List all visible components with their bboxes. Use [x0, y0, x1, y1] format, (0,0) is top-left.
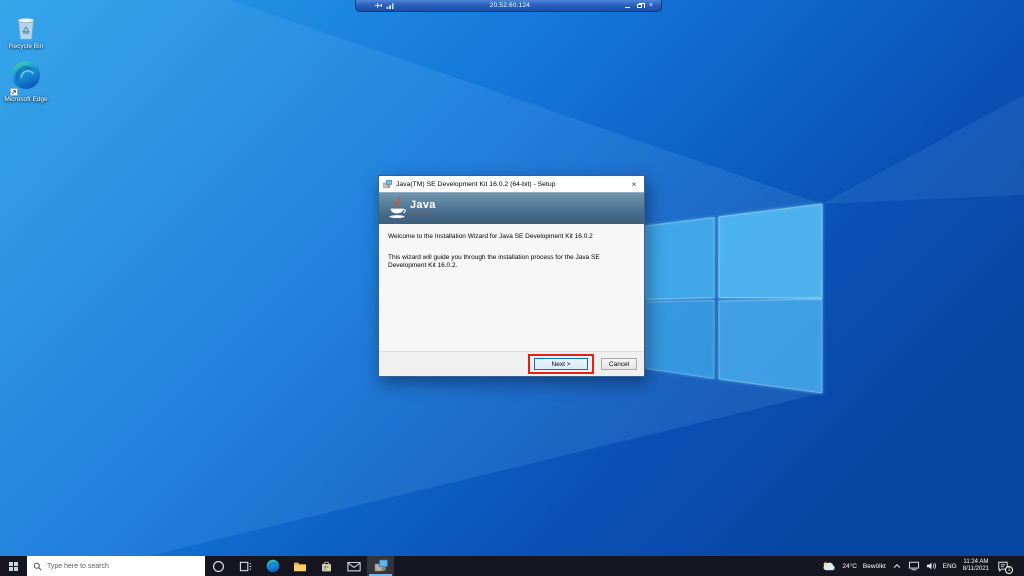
taskbar-icon-store[interactable] [313, 556, 340, 576]
description-text: This wizard will guide you through the i… [388, 254, 600, 269]
search-placeholder: Type here to search [47, 562, 109, 570]
notification-badge: 1 [1005, 566, 1013, 574]
chevron-up-icon[interactable] [892, 562, 902, 570]
cancel-button[interactable]: Cancel [601, 358, 637, 370]
start-button[interactable] [0, 556, 27, 576]
taskbar-icon-edge[interactable] [259, 556, 286, 576]
oracle-wordmark: ORACLE [411, 211, 433, 215]
java-banner: Java ORACLE [379, 192, 644, 224]
desktop-icon-recycle-bin[interactable]: Recycle Bin [2, 12, 50, 50]
rdp-address: 20.52.60.124 [489, 2, 531, 9]
java-wordmark: Java [410, 198, 436, 211]
windows-logo-icon [9, 561, 18, 571]
desktop-icon-label: Recycle Bin [8, 43, 44, 50]
volume-icon[interactable] [926, 561, 937, 571]
network-icon[interactable] [908, 561, 920, 571]
search-icon [33, 562, 42, 571]
cortana-icon [213, 560, 224, 572]
dialog-title: Java(TM) SE Development Kit 16.0.2 (64-b… [396, 180, 556, 188]
next-button[interactable]: Next > [534, 358, 588, 370]
java-cup-icon [389, 196, 406, 218]
edge-icon [11, 60, 41, 90]
edge-icon [266, 559, 279, 573]
rdp-restore-button[interactable] [636, 2, 645, 8]
tray-weather-text[interactable]: Bewölkt [863, 563, 886, 570]
dialog-footer: Next > Cancel [379, 351, 644, 376]
taskbar: Type here to search 24°C Bewölkt ENG 11:… [0, 556, 1024, 576]
rdp-connection-bar[interactable]: 20.52.60.124 × [355, 0, 662, 12]
pin-icon[interactable] [374, 1, 383, 10]
rdp-close-button[interactable]: × [649, 2, 653, 9]
tray-temperature[interactable]: 24°C [842, 563, 857, 570]
action-center-button[interactable]: 1 [995, 558, 1013, 574]
taskbar-icon-java-installer[interactable] [367, 556, 394, 576]
rdp-minimize-button[interactable] [624, 7, 630, 8]
store-icon [322, 561, 331, 571]
folder-icon [293, 562, 306, 572]
mail-icon [346, 561, 361, 571]
tray-date: 8/11/2021 [962, 566, 989, 572]
java-setup-dialog: Java(TM) SE Development Kit 16.0.2 (64-b… [378, 175, 645, 377]
tray-time: 11:24 AM [963, 559, 989, 565]
desktop-screen: 20.52.60.124 × Recycle Bin Microsoft Edg [0, 0, 1024, 576]
task-view-icon [239, 561, 252, 571]
tray-language[interactable]: ENG [943, 563, 957, 570]
desktop-icon-label: Microsoft Edge [4, 96, 48, 103]
desktop-icon-microsoft-edge[interactable]: Microsoft Edge [2, 60, 50, 103]
taskbar-search-box[interactable]: Type here to search [27, 556, 205, 576]
installer-icon [383, 179, 392, 188]
recycle-bin-icon [17, 17, 35, 40]
taskbar-icon-cortana[interactable] [205, 556, 232, 576]
tray-clock[interactable]: 11:24 AM 8/11/2021 [963, 559, 989, 573]
dialog-body: Welcome to the Installation Wizard for J… [379, 224, 644, 351]
next-button-highlight: Next > [528, 354, 594, 374]
connection-signal-icon [386, 2, 394, 9]
installer-icon [374, 559, 388, 572]
weather-icon[interactable] [822, 561, 836, 571]
dialog-titlebar[interactable]: Java(TM) SE Development Kit 16.0.2 (64-b… [379, 176, 644, 192]
taskbar-icon-file-explorer[interactable] [286, 556, 313, 576]
welcome-text: Welcome to the Installation Wizard for J… [388, 233, 593, 240]
shortcut-arrow-icon [10, 88, 18, 96]
taskbar-icon-task-view[interactable] [232, 556, 259, 576]
dialog-close-button[interactable]: × [624, 176, 644, 192]
taskbar-icon-mail[interactable] [340, 556, 367, 576]
